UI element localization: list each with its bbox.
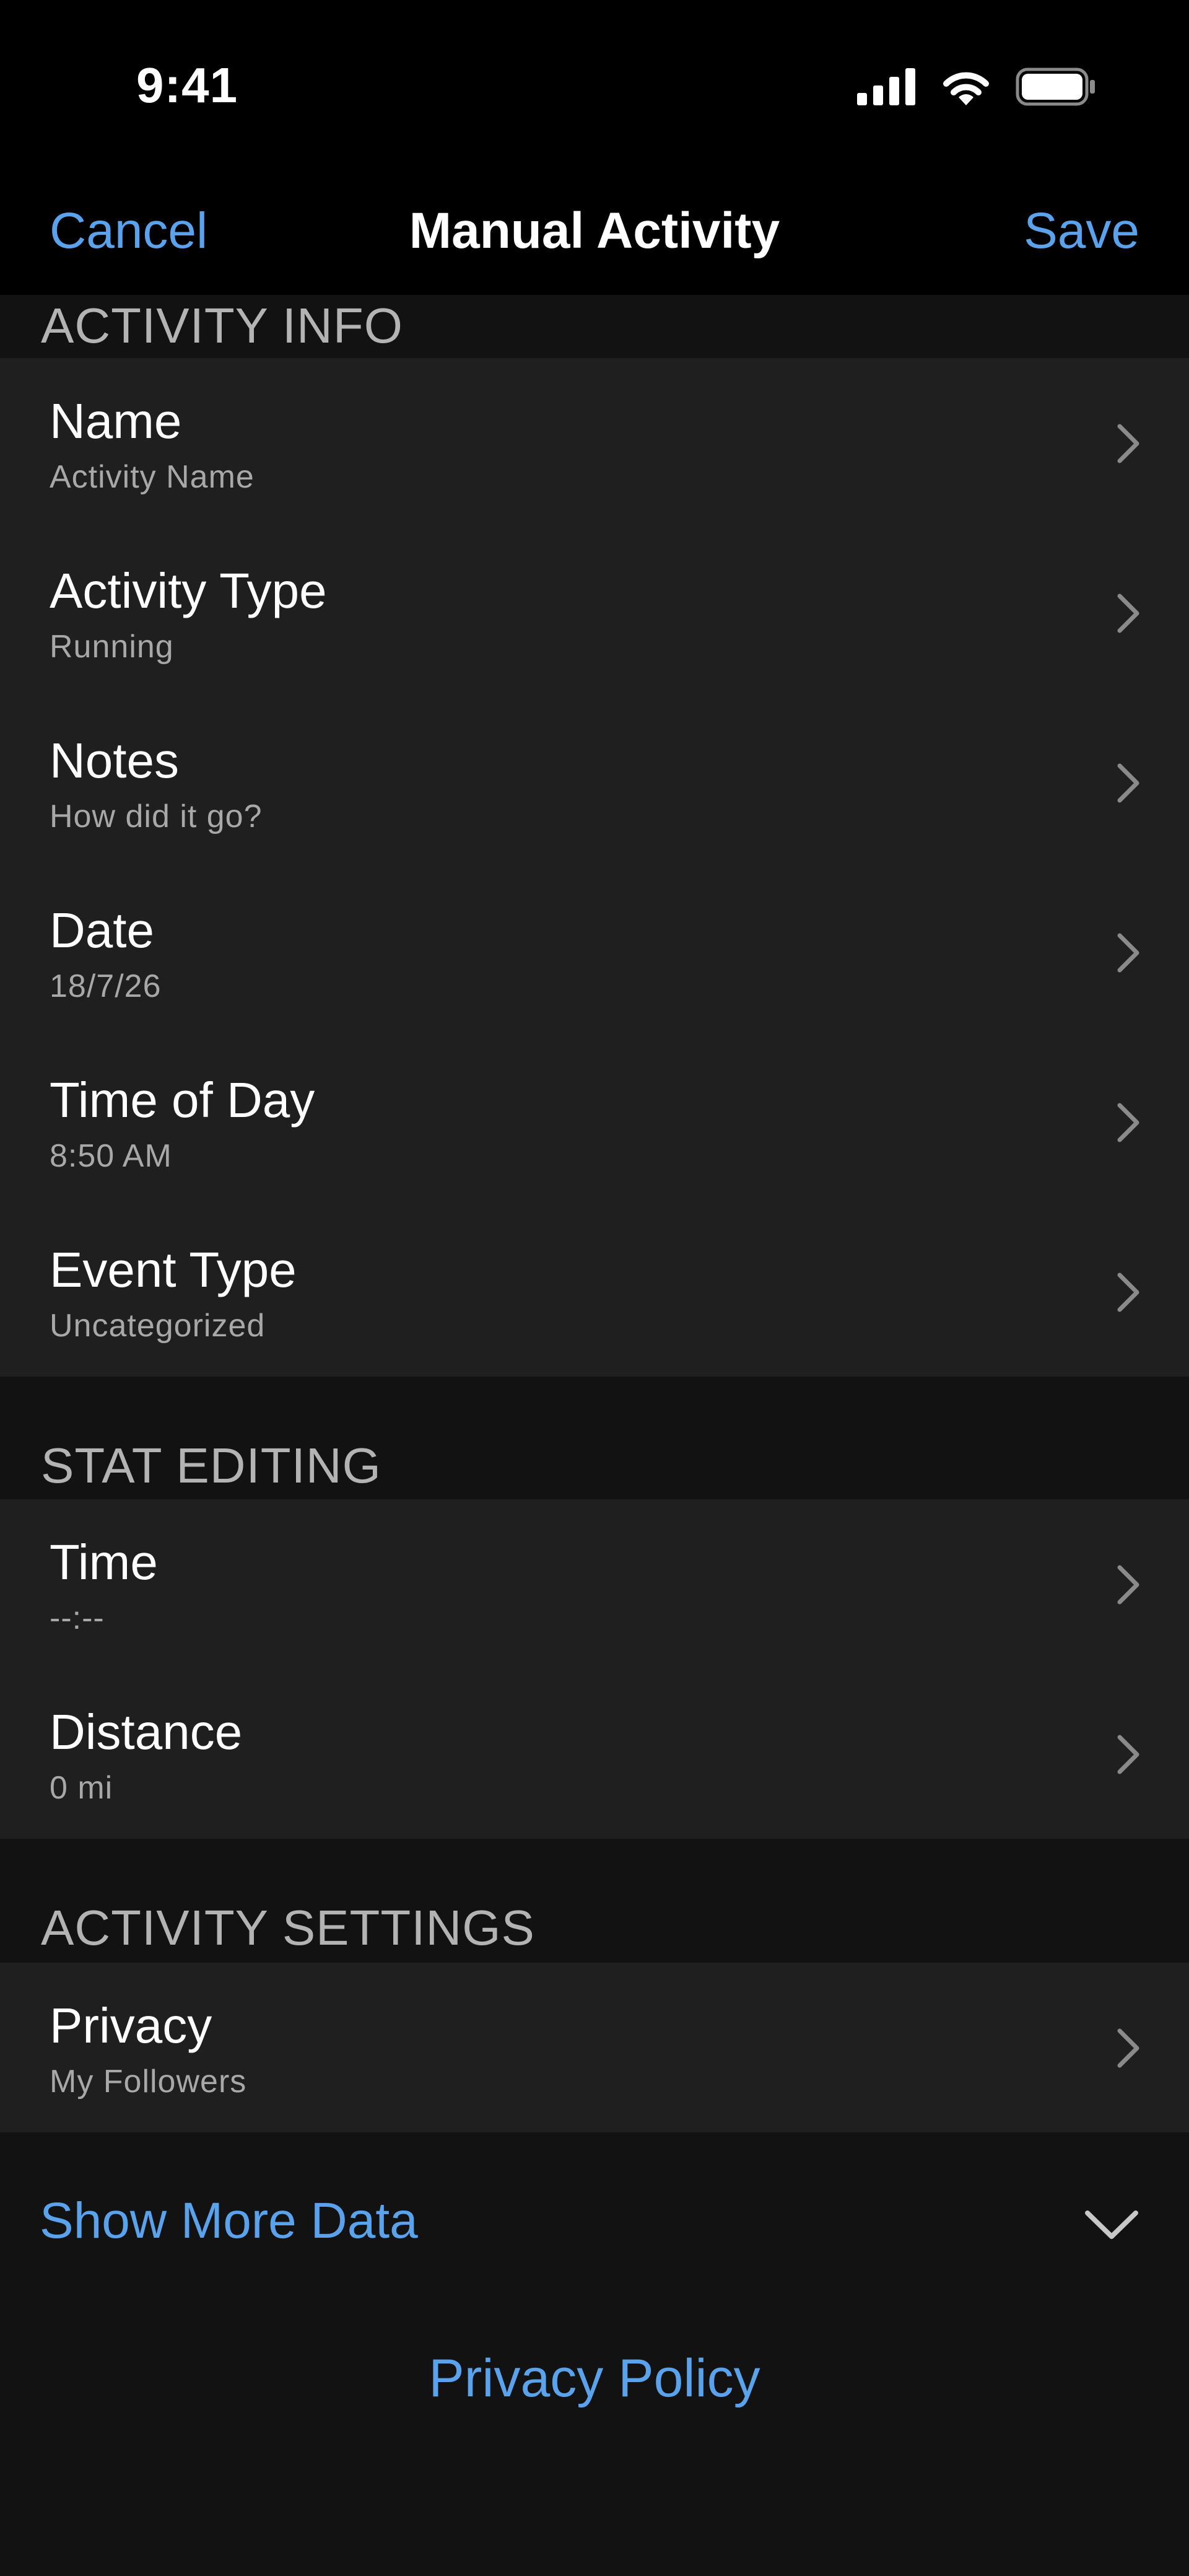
activity-info-group: Name Activity Name Activity Type Running… bbox=[0, 358, 1189, 1377]
chevron-down-icon bbox=[1085, 2210, 1138, 2239]
section-header-activity-settings: ACTIVITY SETTINGS bbox=[41, 1900, 535, 1955]
cellular-signal-icon bbox=[857, 68, 915, 105]
chevron-right-icon bbox=[1117, 594, 1139, 633]
chevron-right-icon bbox=[1117, 933, 1139, 973]
chevron-right-icon bbox=[1117, 424, 1139, 463]
row-name[interactable]: Name Activity Name bbox=[0, 358, 1189, 528]
section-header-activity-info: ACTIVITY INFO bbox=[41, 298, 403, 353]
show-more-data-button[interactable]: Show More Data bbox=[0, 2141, 1189, 2307]
row-value: Activity Name bbox=[50, 459, 255, 495]
row-title: Date bbox=[50, 903, 154, 958]
row-value: How did it go? bbox=[50, 799, 263, 835]
row-title: Privacy bbox=[50, 1998, 212, 2053]
row-title: Notes bbox=[50, 733, 179, 788]
row-time-of-day[interactable]: Time of Day 8:50 AM bbox=[0, 1037, 1189, 1207]
manual-activity-screen: 9:41 Manual Activity Cancel Save ACTIVIT… bbox=[0, 0, 1189, 2576]
wifi-icon bbox=[943, 72, 989, 105]
chevron-right-icon bbox=[1117, 1565, 1139, 1605]
chevron-right-icon bbox=[1117, 1735, 1139, 1774]
row-title: Event Type bbox=[50, 1242, 297, 1297]
cancel-button[interactable]: Cancel bbox=[50, 202, 207, 260]
row-value: 18/7/26 bbox=[50, 968, 162, 1004]
row-distance[interactable]: Distance 0 mi bbox=[0, 1669, 1189, 1839]
row-value: My Followers bbox=[50, 2064, 247, 2100]
row-value: 0 mi bbox=[50, 1770, 113, 1806]
row-value: Uncategorized bbox=[50, 1308, 266, 1344]
row-title: Name bbox=[50, 393, 182, 449]
row-date[interactable]: Date 18/7/26 bbox=[0, 867, 1189, 1037]
chevron-right-icon bbox=[1117, 2028, 1139, 2068]
row-value: Running bbox=[50, 629, 174, 665]
status-time: 9:41 bbox=[136, 58, 238, 113]
row-value: 8:50 AM bbox=[50, 1138, 172, 1174]
row-title: Distance bbox=[50, 1704, 243, 1759]
row-notes[interactable]: Notes How did it go? bbox=[0, 698, 1189, 867]
row-activity-type[interactable]: Activity Type Running bbox=[0, 528, 1189, 698]
section-header-stat-editing: STAT EDITING bbox=[41, 1438, 381, 1493]
row-privacy[interactable]: Privacy My Followers bbox=[0, 1963, 1189, 2132]
navigation-bar: Manual Activity Cancel Save bbox=[0, 173, 1189, 295]
show-more-data-label: Show More Data bbox=[40, 2193, 418, 2249]
activity-settings-group: Privacy My Followers bbox=[0, 1963, 1189, 2132]
row-event-type[interactable]: Event Type Uncategorized bbox=[0, 1207, 1189, 1377]
chevron-right-icon bbox=[1117, 1273, 1139, 1312]
privacy-policy-link[interactable]: Privacy Policy bbox=[0, 2348, 1189, 2409]
status-icons bbox=[857, 67, 1096, 107]
stat-editing-group: Time --:-- Distance 0 mi bbox=[0, 1499, 1189, 1839]
chevron-right-icon bbox=[1117, 763, 1139, 803]
chevron-right-icon bbox=[1117, 1103, 1139, 1142]
row-title: Time of Day bbox=[50, 1072, 315, 1128]
row-value: --:-- bbox=[50, 1600, 105, 1636]
status-bar: 9:41 bbox=[0, 0, 1189, 173]
save-button[interactable]: Save bbox=[1024, 202, 1139, 260]
row-title: Activity Type bbox=[50, 563, 327, 618]
row-time[interactable]: Time --:-- bbox=[0, 1499, 1189, 1669]
row-title: Time bbox=[50, 1535, 158, 1590]
battery-icon bbox=[1016, 68, 1095, 106]
